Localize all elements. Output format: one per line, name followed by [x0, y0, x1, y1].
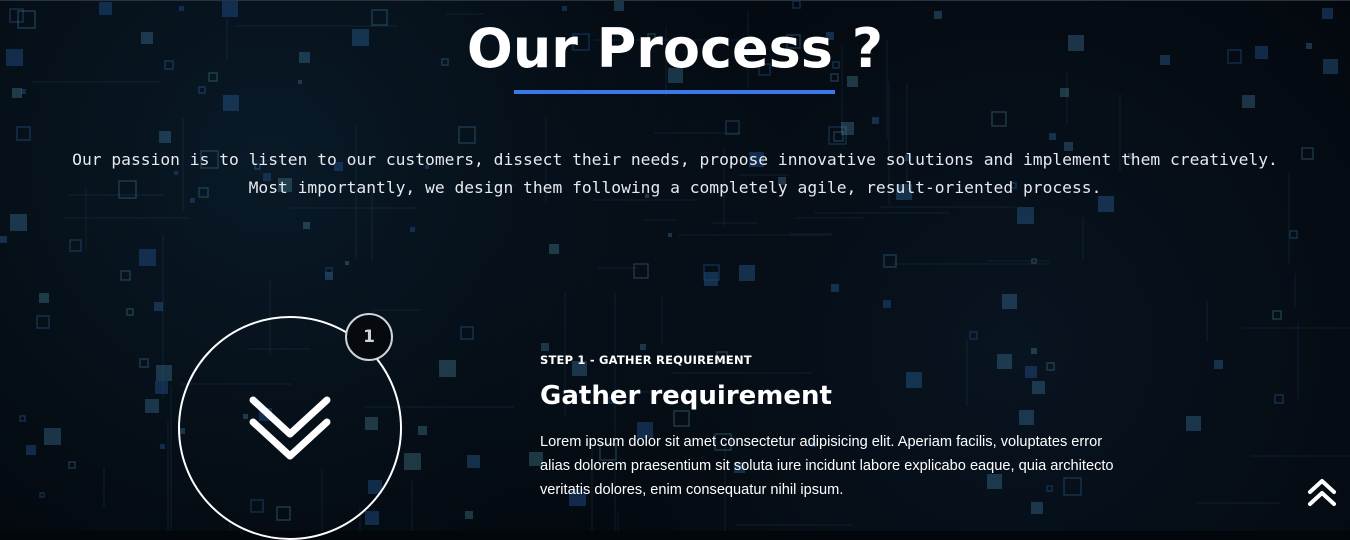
- circuit-node: [139, 249, 156, 266]
- circuit-node: [198, 86, 206, 94]
- double-chevron-up-icon: [1308, 479, 1336, 506]
- circuit-node: [39, 293, 49, 303]
- circuit-node: [1031, 348, 1037, 354]
- circuit-node: [179, 6, 184, 11]
- circuit-node: [1017, 207, 1034, 224]
- circuit-node: [1049, 133, 1056, 140]
- circuit-node: [345, 261, 349, 265]
- circuit-node: [1019, 410, 1034, 425]
- circuit-node: [19, 415, 26, 422]
- circuit-node: [1060, 88, 1069, 97]
- circuit-node: [1242, 95, 1255, 108]
- circuit-node: [969, 331, 978, 340]
- circuit-node: [792, 0, 801, 9]
- circuit-node: [997, 354, 1012, 369]
- circuit-node: [16, 126, 31, 141]
- circuit-node: [1272, 310, 1282, 320]
- circuit-node: [410, 227, 415, 232]
- circuit-node: [365, 511, 379, 525]
- circuit-node: [614, 1, 624, 11]
- step-kicker: STEP 1 - GATHER REQUIREMENT: [540, 353, 752, 367]
- circuit-node: [1032, 381, 1045, 394]
- circuit-node: [160, 444, 165, 449]
- circuit-node: [1002, 294, 1017, 309]
- circuit-node: [26, 445, 36, 455]
- circuit-node: [640, 344, 646, 350]
- circuit-node: [44, 428, 61, 445]
- circuit-node: [725, 120, 740, 135]
- circuit-node: [145, 399, 159, 413]
- circuit-node: [159, 131, 171, 143]
- section-intro: Our passion is to listen to our customer…: [72, 150, 1278, 197]
- top-border: [0, 0, 1350, 1]
- circuit-node: [841, 122, 854, 135]
- circuit-node: [1289, 230, 1298, 239]
- circuit-node: [1025, 366, 1037, 378]
- circuit-node: [668, 233, 672, 237]
- circuit-node: [883, 300, 891, 308]
- circuit-node: [36, 315, 50, 329]
- circuit-node: [10, 214, 27, 231]
- circuit-node: [467, 455, 480, 468]
- circuit-node: [155, 381, 168, 394]
- circuit-node: [562, 6, 567, 11]
- circuit-node: [69, 239, 82, 252]
- circuit-node: [1301, 147, 1314, 160]
- circuit-node: [39, 492, 45, 498]
- circuit-node: [404, 453, 421, 470]
- double-chevron-down-icon: [249, 396, 331, 460]
- circuit-node: [0, 236, 7, 243]
- circuit-node: [1031, 502, 1043, 514]
- circuit-node: [739, 265, 755, 281]
- circuit-node: [1046, 362, 1055, 371]
- circuit-node: [303, 222, 310, 229]
- circuit-node: [704, 272, 718, 286]
- circuit-node: [831, 284, 839, 292]
- circuit-node: [418, 426, 427, 435]
- circuit-node: [1274, 394, 1284, 404]
- circuit-node: [549, 244, 559, 254]
- circuit-node: [906, 372, 922, 388]
- circuit-node: [541, 343, 549, 351]
- circuit-node: [883, 254, 897, 268]
- title-underline: [514, 90, 835, 94]
- circuit-node: [120, 270, 131, 281]
- circuit-node: [139, 358, 149, 368]
- step-heading: Gather requirement: [540, 381, 832, 411]
- circuit-node: [872, 117, 879, 124]
- circuit-node: [1186, 416, 1201, 431]
- circuit-node: [439, 360, 456, 377]
- step-description: Lorem ipsum dolor sit amet consectetur a…: [540, 434, 1114, 498]
- circuit-node: [154, 302, 163, 311]
- circuit-node: [458, 126, 476, 144]
- scroll-to-top-button[interactable]: [1304, 474, 1340, 510]
- circuit-node: [633, 263, 649, 279]
- circuit-node: [12, 88, 22, 98]
- step-number-badge: 1: [345, 313, 393, 361]
- circuit-node: [1214, 360, 1223, 369]
- circuit-node: [223, 95, 239, 111]
- circuit-node: [460, 326, 474, 340]
- circuit-node: [68, 461, 76, 469]
- circuit-node: [126, 308, 134, 316]
- circuit-node: [991, 111, 1007, 127]
- circuit-node: [156, 365, 172, 381]
- section-title: Our Process ?: [466, 17, 884, 80]
- circuit-node: [465, 511, 473, 519]
